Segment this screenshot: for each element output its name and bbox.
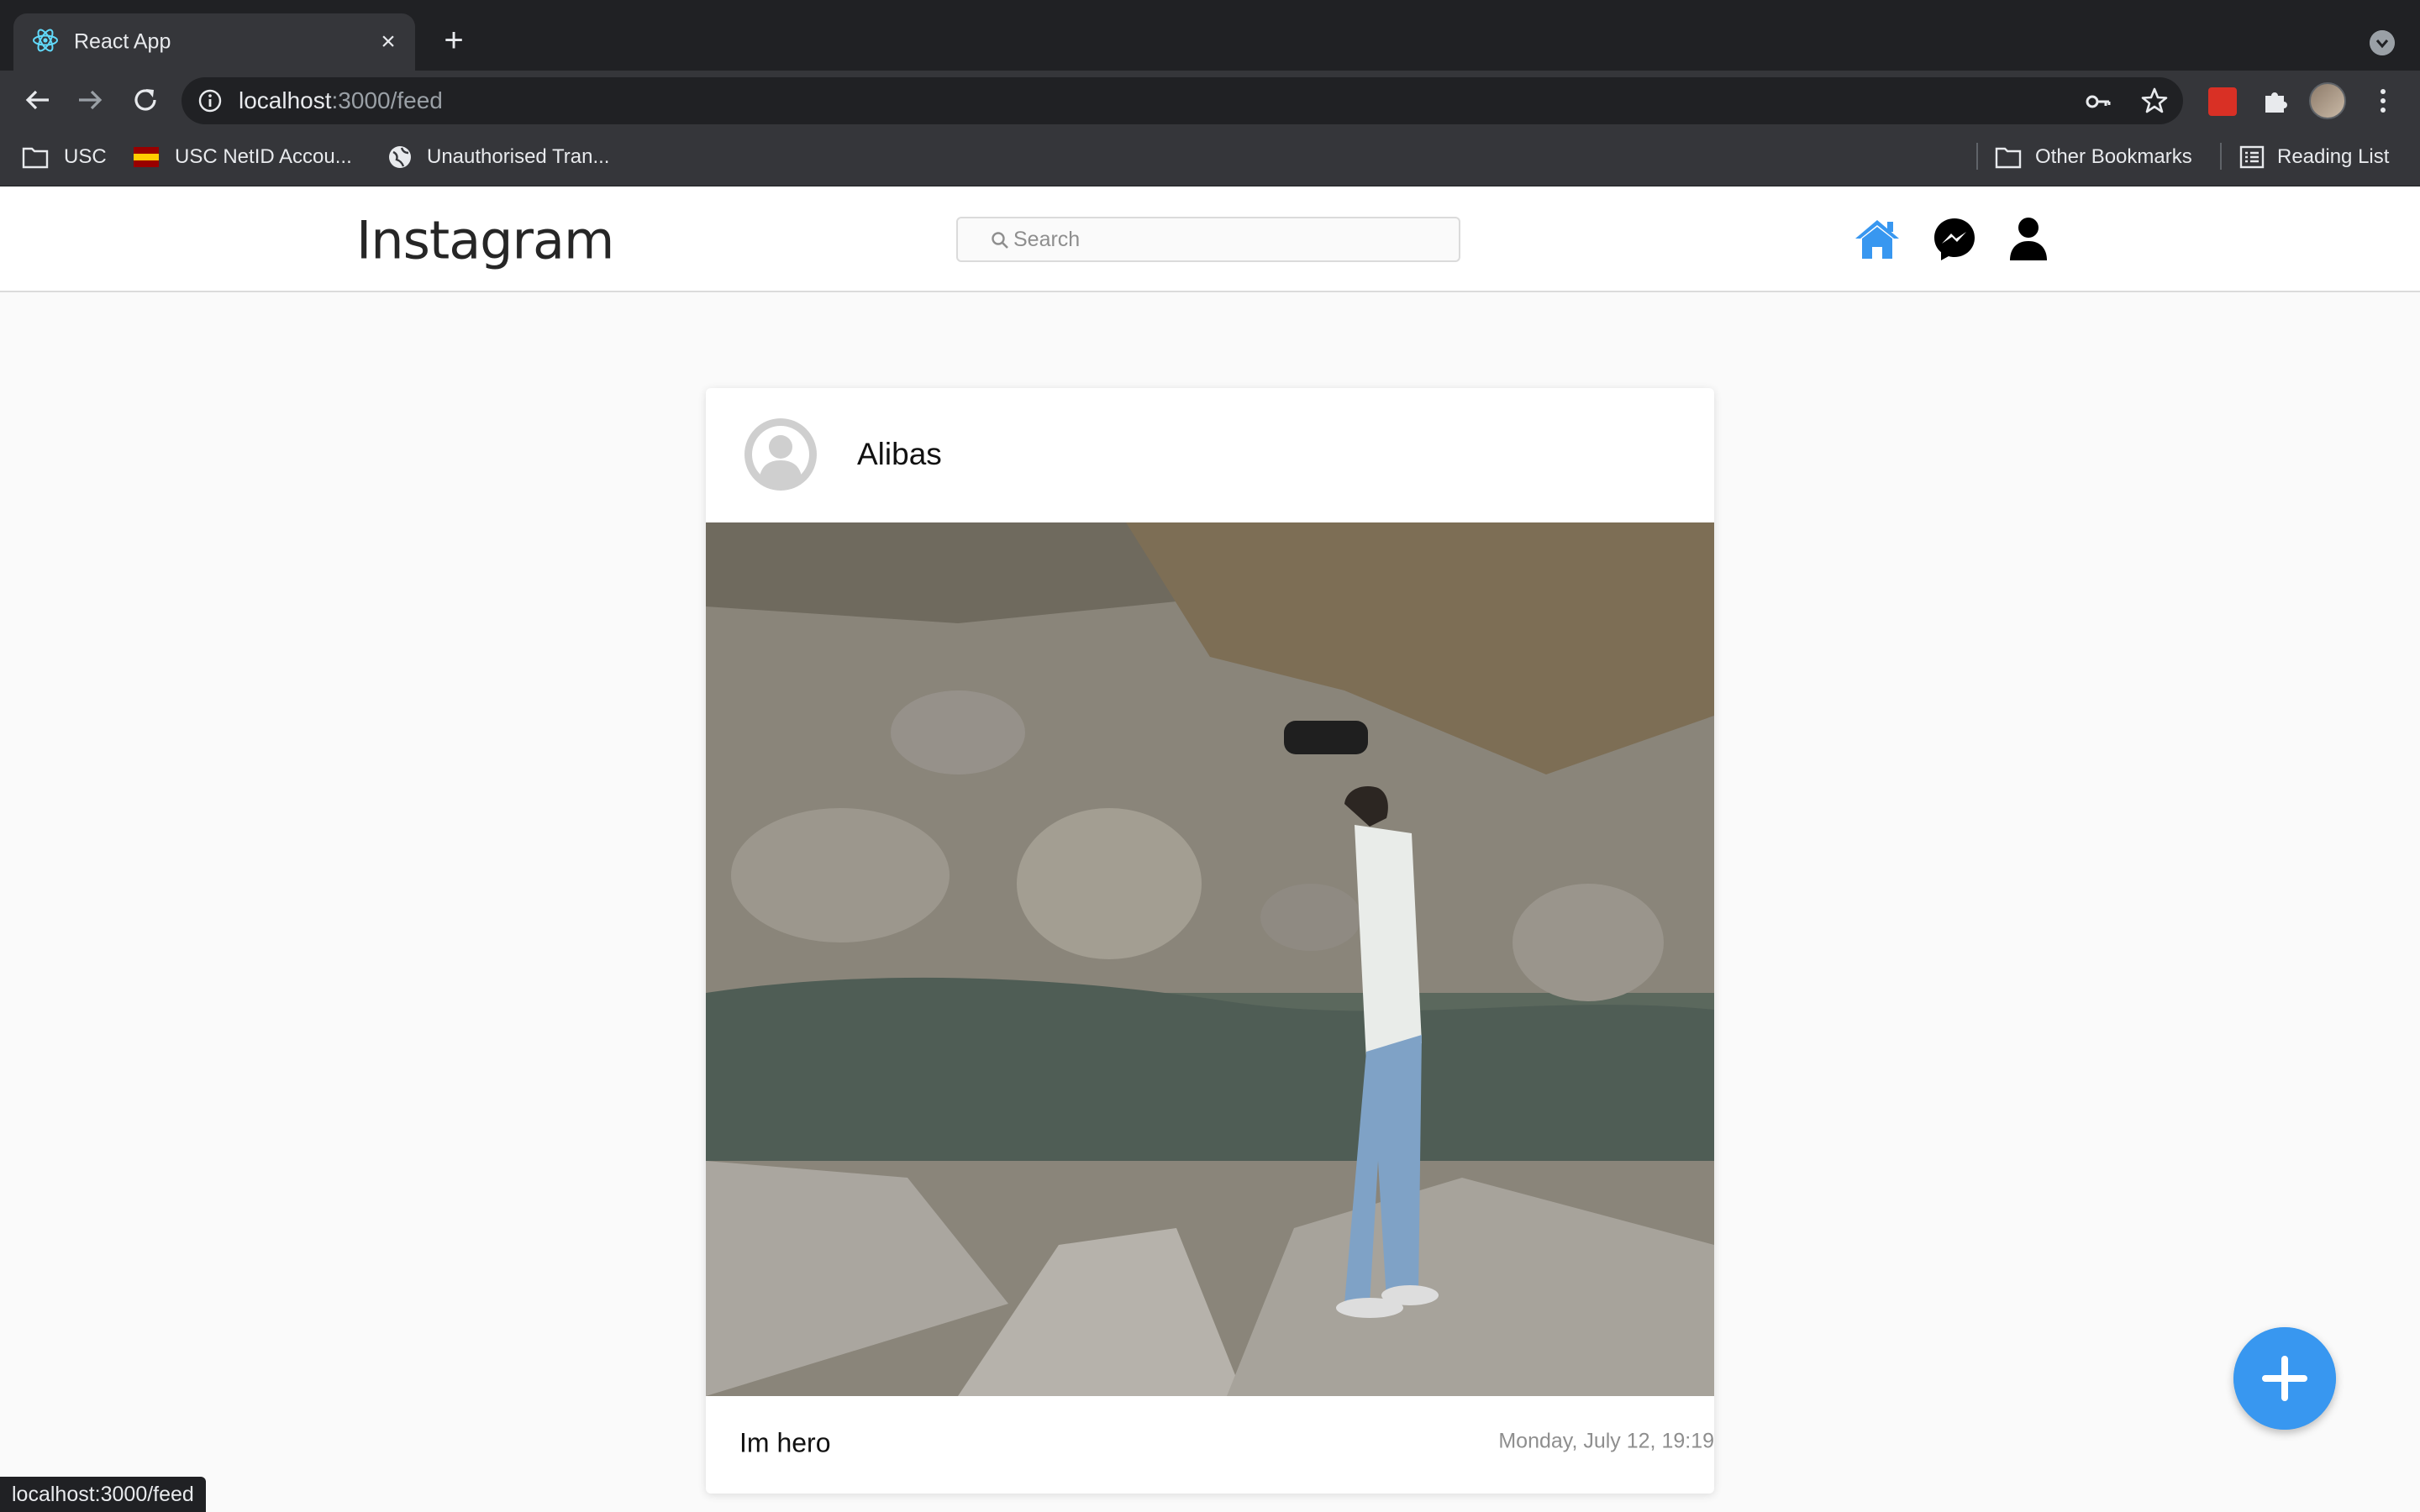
extension-icon[interactable]: [2208, 87, 2237, 116]
status-bar-url: localhost:3000/feed: [0, 1477, 206, 1512]
bookmark-star-icon[interactable]: [2139, 86, 2170, 116]
reload-icon[interactable]: [128, 82, 163, 118]
forward-icon[interactable]: [72, 82, 108, 118]
bookmark-separator: [2220, 143, 2222, 170]
folder-icon: [22, 147, 49, 169]
search-icon: [992, 232, 1008, 249]
instagram-logo[interactable]: Instagram: [356, 210, 614, 271]
profile-icon[interactable]: [2005, 215, 2052, 262]
bookmark-separator: [1976, 143, 1978, 170]
globe-icon: [389, 146, 411, 168]
profile-avatar[interactable]: [2309, 82, 2346, 119]
browser-menu-icon[interactable]: [2375, 86, 2391, 116]
bookmark-usc-netid[interactable]: USC NetID Accou...: [175, 145, 352, 169]
reading-list[interactable]: Reading List: [2277, 145, 2389, 169]
search-input[interactable]: [1013, 220, 1450, 259]
address-bar[interactable]: [182, 77, 2183, 124]
post-timestamp: Monday, July 12, 19:19: [1498, 1429, 1714, 1453]
other-bookmarks[interactable]: Other Bookmarks: [2035, 145, 2192, 169]
messenger-icon[interactable]: [1931, 215, 1978, 262]
post-photo: [706, 522, 1714, 1396]
bookmark-unauthorised[interactable]: Unauthorised Tran...: [427, 145, 609, 169]
post-caption: Im hero: [739, 1427, 831, 1458]
folder-icon: [1995, 147, 2022, 169]
post-username[interactable]: Alibas: [857, 437, 942, 472]
address-url[interactable]: localhost:3000/feed: [239, 87, 443, 114]
usc-logo-icon: [134, 147, 159, 167]
add-post-button[interactable]: [2233, 1327, 2336, 1430]
react-icon: [33, 29, 58, 52]
site-info-icon[interactable]: [197, 87, 224, 114]
home-icon[interactable]: [1854, 215, 1901, 262]
post-avatar[interactable]: [743, 417, 818, 492]
new-tab-icon[interactable]: +: [439, 24, 469, 57]
tab-search-icon[interactable]: [2370, 30, 2395, 55]
bookmark-usc[interactable]: USC: [64, 145, 107, 169]
extensions-puzzle-icon[interactable]: [2260, 86, 2291, 116]
tab-title: React App: [74, 29, 171, 54]
password-key-icon[interactable]: [2084, 87, 2112, 116]
back-icon[interactable]: [20, 82, 55, 118]
reading-list-icon: [2239, 145, 2265, 169]
tab-close-icon[interactable]: ×: [376, 29, 400, 55]
